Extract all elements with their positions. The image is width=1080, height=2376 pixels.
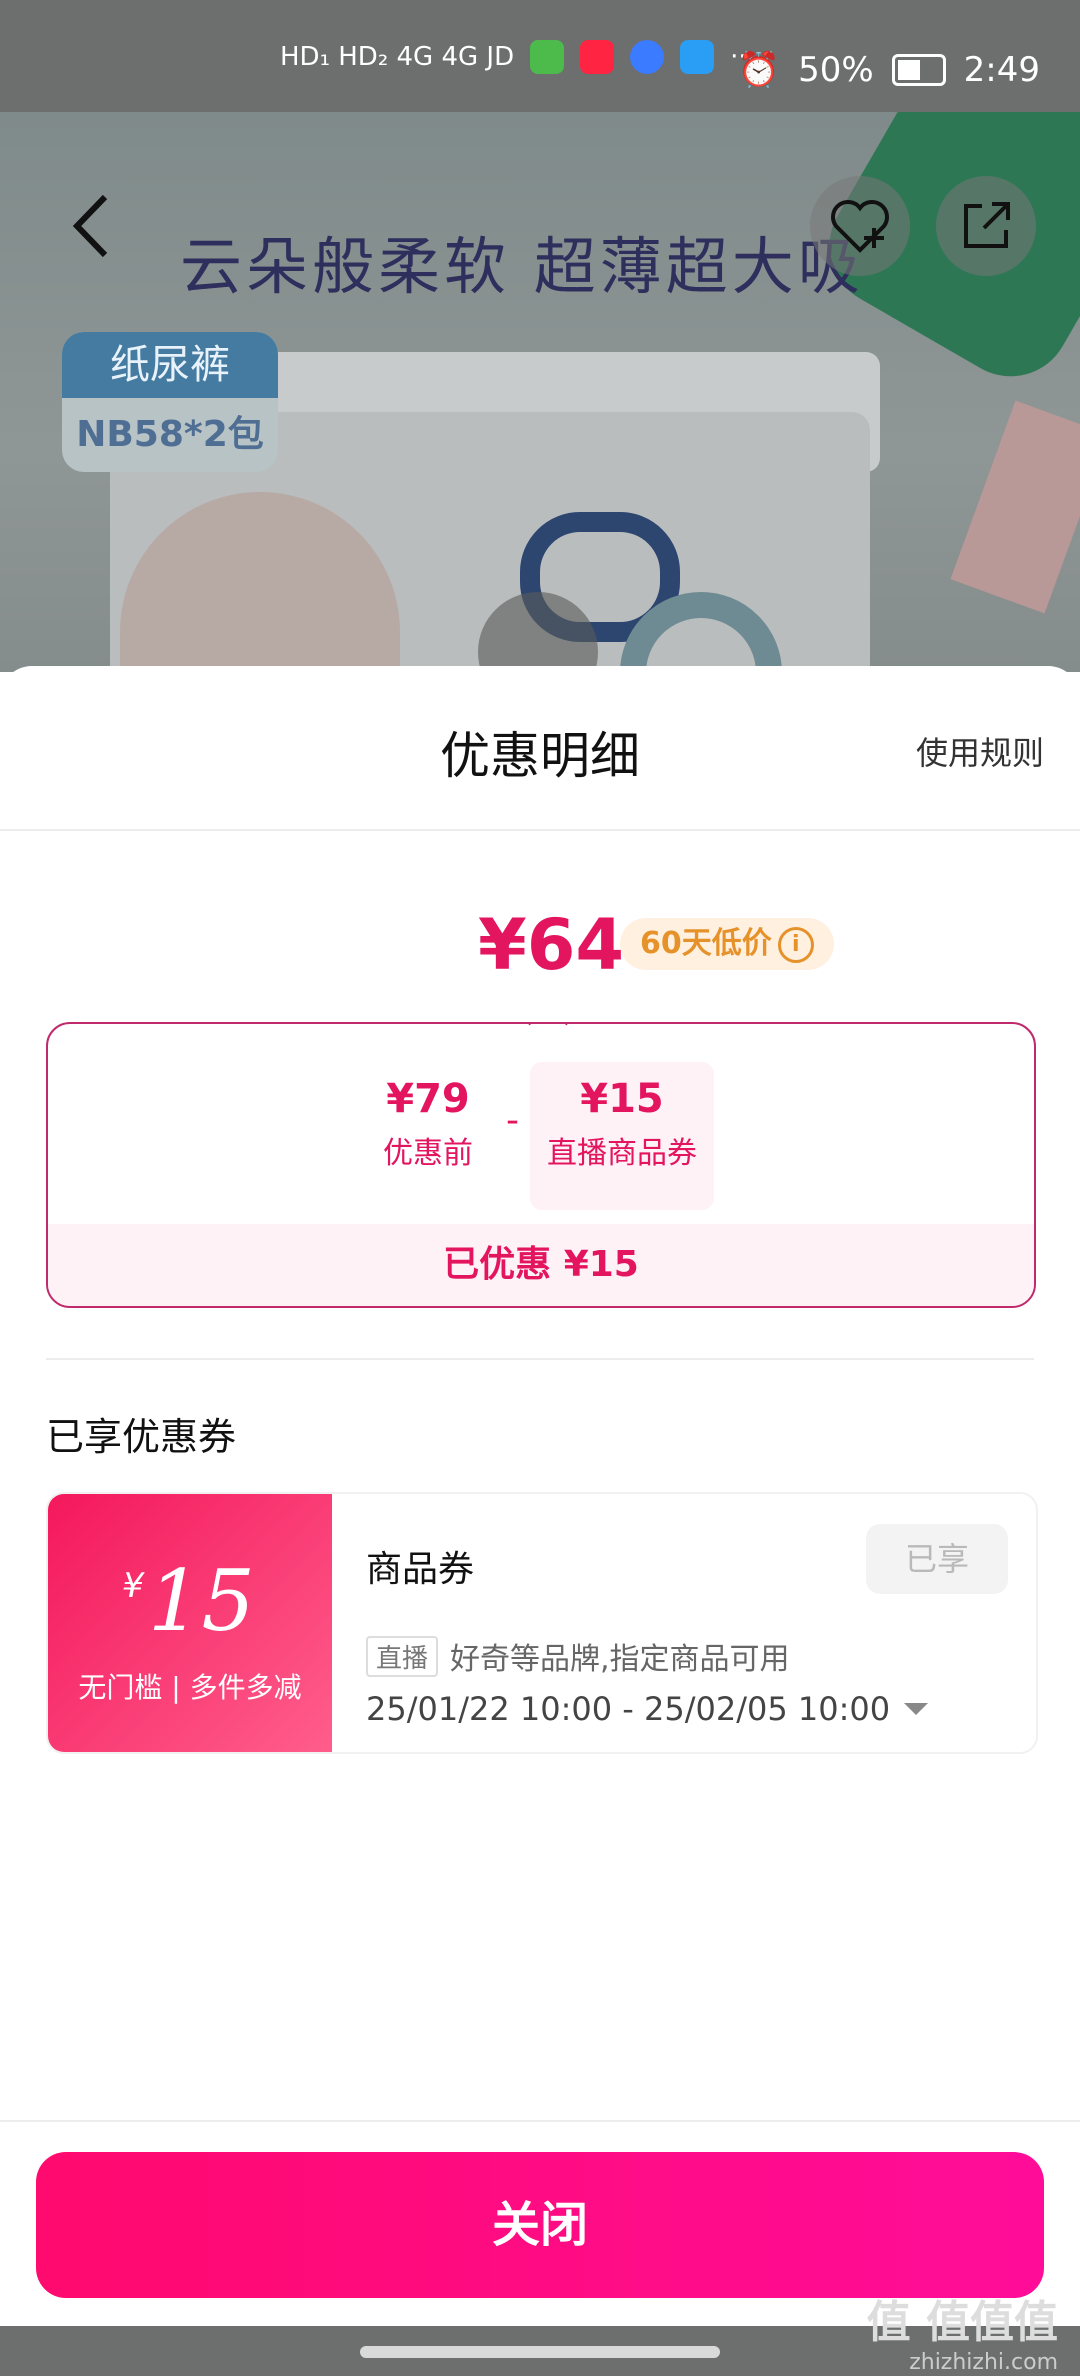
divider	[46, 1358, 1034, 1360]
discount-value: ¥15	[580, 1076, 664, 1122]
original-price-label: 优惠前	[383, 1136, 473, 1171]
coupon-validity[interactable]: 25/01/22 10:00 - 25/02/05 10:00	[366, 1690, 929, 1728]
product-tag-spec: NB58*2包	[76, 414, 264, 455]
coupon-conditions: 无门槛 | 多件多减	[78, 1671, 302, 1704]
divider	[0, 2120, 1080, 2122]
product-tag: 纸尿裤 NB58*2包	[62, 332, 278, 472]
applied-coupons-title: 已享优惠券	[46, 1415, 237, 1459]
coupon-description: 直播 好奇等品牌,指定商品可用	[366, 1634, 790, 1678]
original-price-column: ¥79 优惠前	[358, 1076, 498, 1172]
pointer-arrow	[528, 1024, 568, 1044]
heart-plus-icon	[831, 200, 889, 253]
coupon-name: 商品券	[366, 1549, 475, 1590]
coupon-currency: ¥	[122, 1566, 144, 1606]
share-button[interactable]	[936, 176, 1036, 276]
coupon-card[interactable]: ¥ 15 无门槛 | 多件多减 商品券 已享 直播 好奇等品牌,指定商品可用 2…	[46, 1492, 1038, 1754]
discount-label: 直播商品券	[547, 1136, 697, 1171]
status-left: HD₁ HD₂ 4G 4G JD ···	[280, 40, 755, 74]
app-icon	[630, 40, 665, 74]
close-button[interactable]: 关闭	[36, 2152, 1044, 2298]
status-right: ⏰ 50% 2:49	[738, 50, 1040, 90]
discount-column: ¥15 直播商品券	[530, 1062, 714, 1210]
chevron-left-icon	[72, 194, 108, 258]
decoration-pink	[950, 400, 1080, 614]
favorite-button[interactable]	[810, 176, 910, 276]
original-price-value: ¥79	[386, 1076, 470, 1122]
hero-headline: 云朵般柔软 超薄超大吸	[180, 230, 864, 303]
coupon-validity-text: 25/01/22 10:00 - 25/02/05 10:00	[366, 1690, 891, 1728]
product-tag-category: 纸尿裤	[62, 332, 278, 398]
coupon-scope: 好奇等品牌,指定商品可用	[450, 1642, 790, 1677]
back-button[interactable]	[42, 176, 142, 276]
discount-detail-sheet: 优惠明细 使用规则 ¥64 60天低价 i ¥79 优惠前 - ¥15 直播商品券…	[0, 666, 1080, 2326]
product-hero: 云朵般柔软 超薄超大吸 纸尿裤 NB58*2包	[0, 112, 1080, 672]
coupon-value-panel: ¥ 15 无门槛 | 多件多减	[48, 1494, 332, 1752]
perforation	[324, 1494, 340, 1752]
alarm-icon: ⏰	[737, 50, 781, 90]
usage-rules-link[interactable]: 使用规则	[916, 728, 1044, 774]
share-icon	[964, 202, 1010, 248]
price-breakdown-box: ¥79 优惠前 - ¥15 直播商品券 已优惠 ¥15	[46, 1022, 1036, 1308]
saved-amount: 已优惠 ¥15	[48, 1224, 1034, 1306]
low-price-badge[interactable]: 60天低价 i	[620, 918, 834, 970]
clock: 2:49	[963, 50, 1040, 90]
cloud-icon	[680, 40, 715, 74]
minus-sign: -	[506, 1100, 519, 1141]
wechat-icon	[530, 40, 565, 74]
home-indicator[interactable]	[360, 2346, 720, 2358]
low-price-label: 60天低价	[640, 926, 772, 961]
coupon-amount: 15	[148, 1552, 255, 1650]
status-bar: HD₁ HD₂ 4G 4G JD ··· ⏰ 50% 2:49	[0, 0, 1080, 112]
divider	[0, 829, 1080, 831]
watermark: 值 值值值 zhizhizhi.com	[867, 2286, 1058, 2375]
info-icon[interactable]: i	[777, 926, 814, 963]
battery-icon	[891, 54, 946, 86]
coupon-status-button[interactable]: 已享	[866, 1524, 1008, 1594]
chevron-down-icon[interactable]	[904, 1703, 929, 1715]
final-price: ¥64	[478, 904, 625, 986]
battery-percent: 50%	[798, 50, 874, 90]
watermark-url: zhizhizhi.com	[909, 2350, 1058, 2375]
xiaohongshu-icon	[580, 40, 615, 74]
live-badge: 直播	[366, 1635, 439, 1677]
network-indicators: HD₁ HD₂ 4G 4G JD	[280, 42, 515, 72]
watermark-logo: 值 值值值	[866, 2297, 1058, 2348]
